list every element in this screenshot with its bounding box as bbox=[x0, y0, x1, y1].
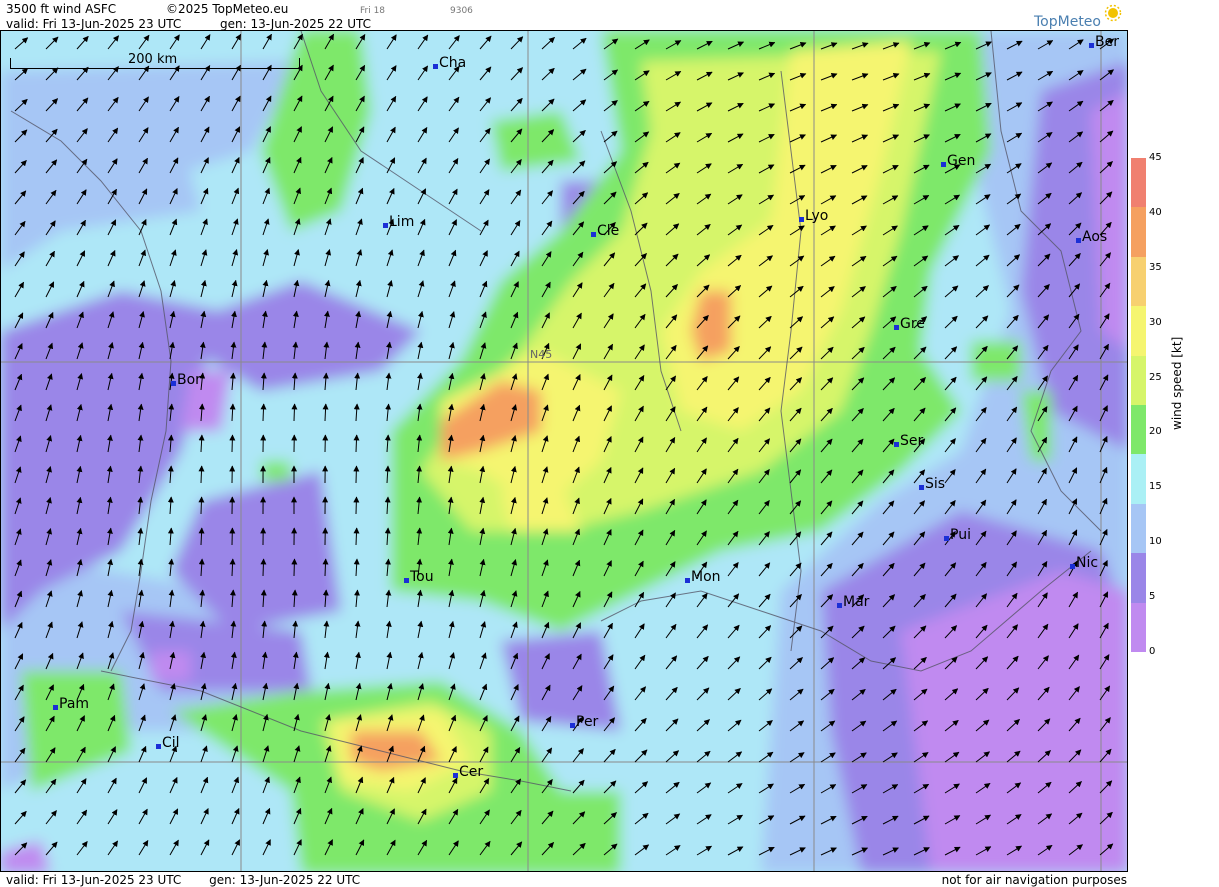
city-marker bbox=[1070, 564, 1075, 569]
legend-tick-label: 5 bbox=[1149, 591, 1156, 603]
wind-arrow bbox=[353, 434, 360, 453]
city-marker bbox=[433, 64, 438, 69]
legend-tick-label: 10 bbox=[1149, 536, 1162, 548]
legend-color-segment bbox=[1131, 553, 1146, 604]
legend-title: wind speed [kt] bbox=[1170, 336, 1184, 430]
legend-tick-label: 30 bbox=[1149, 316, 1162, 328]
city-marker bbox=[453, 773, 458, 778]
city-marker bbox=[919, 485, 924, 490]
scale-bar-label: 200 km bbox=[128, 52, 178, 67]
city-label[interactable]: Cil bbox=[156, 735, 180, 751]
city-marker bbox=[837, 603, 842, 608]
city-marker bbox=[156, 744, 161, 749]
city-label[interactable]: Mar bbox=[837, 594, 869, 610]
wind-arrow bbox=[353, 496, 360, 515]
legend-color-bar bbox=[1131, 158, 1146, 653]
city-label[interactable]: Pam bbox=[53, 696, 89, 712]
legend-color-segment bbox=[1131, 454, 1146, 505]
legend-color-segment bbox=[1131, 207, 1146, 258]
city-label[interactable]: Sis bbox=[919, 476, 945, 492]
city-label[interactable]: Ser bbox=[894, 433, 923, 449]
city-marker bbox=[799, 217, 804, 222]
product-title: 3500 ft wind ASFC bbox=[6, 2, 117, 16]
city-label[interactable]: Tou bbox=[404, 569, 434, 585]
city-label[interactable]: Aos bbox=[1076, 229, 1107, 245]
city-label[interactable]: Nic bbox=[1070, 555, 1098, 571]
city-marker bbox=[941, 162, 946, 167]
city-marker bbox=[1089, 43, 1094, 48]
city-marker bbox=[1076, 238, 1081, 243]
legend-tick-label: 45 bbox=[1149, 152, 1162, 163]
legend-tick-label: 15 bbox=[1149, 481, 1162, 493]
footer-valid-generated: valid: Fri 13-Jun-2025 23 UTC gen: 13-Ju… bbox=[6, 873, 360, 887]
city-label[interactable]: Ber bbox=[1089, 34, 1119, 50]
wind-arrow bbox=[353, 527, 360, 546]
city-label[interactable]: Bor bbox=[171, 372, 201, 388]
wind-arrow bbox=[229, 434, 236, 453]
city-marker bbox=[894, 442, 899, 447]
city-marker bbox=[685, 578, 690, 583]
city-marker bbox=[171, 381, 176, 386]
legend-tick-label: 35 bbox=[1149, 261, 1162, 273]
city-label[interactable]: Cle bbox=[591, 223, 619, 239]
wind-arrow bbox=[198, 465, 205, 484]
legend-color-segment bbox=[1131, 405, 1146, 455]
legend-tick-label: 40 bbox=[1149, 206, 1162, 218]
copyright: ©2025 TopMeteo.eu bbox=[166, 2, 289, 16]
legend-tick-label: 25 bbox=[1149, 371, 1162, 383]
legend-tick-label: 0 bbox=[1149, 646, 1156, 657]
city-label[interactable]: Per bbox=[570, 714, 598, 730]
footer-disclaimer: not for air navigation purposes bbox=[941, 873, 1127, 887]
city-label[interactable]: Mon bbox=[685, 569, 721, 585]
city-label[interactable]: Gen bbox=[941, 153, 975, 169]
legend-color-segment bbox=[1131, 602, 1146, 653]
city-label[interactable]: Cha bbox=[433, 55, 466, 71]
wind-arrow bbox=[291, 558, 298, 577]
city-label[interactable]: Gre bbox=[894, 316, 925, 332]
wind-arrow bbox=[260, 558, 267, 577]
wind-arrow bbox=[322, 558, 329, 577]
legend-tick-label: 20 bbox=[1149, 426, 1162, 438]
footer-generated: gen: 13-Jun-2025 22 UTC bbox=[209, 873, 361, 887]
wind-arrow bbox=[260, 403, 267, 422]
latitude-label: N45 bbox=[530, 348, 553, 361]
city-label[interactable]: Lim bbox=[383, 214, 414, 230]
city-marker bbox=[944, 536, 949, 541]
city-marker bbox=[570, 723, 575, 728]
legend-color-segment bbox=[1131, 158, 1146, 208]
city-marker bbox=[383, 223, 388, 228]
legend-color-segment bbox=[1131, 503, 1146, 554]
legend-color-segment bbox=[1131, 256, 1146, 307]
city-label[interactable]: Cer bbox=[453, 764, 483, 780]
legend-color-segment bbox=[1131, 355, 1146, 406]
product-code: 9306 bbox=[450, 6, 473, 16]
topmeteo-logo: TopMeteo bbox=[1034, 14, 1101, 30]
wind-arrow bbox=[291, 403, 298, 422]
city-marker bbox=[894, 325, 899, 330]
legend-color-segment bbox=[1131, 306, 1146, 357]
city-label[interactable]: Pui bbox=[944, 527, 971, 543]
wind-arrow bbox=[198, 496, 205, 515]
city-marker bbox=[53, 705, 58, 710]
city-marker bbox=[404, 578, 409, 583]
wind-arrow bbox=[353, 465, 360, 484]
valid-time: valid: Fri 13-Jun-2025 23 UTC bbox=[6, 17, 182, 31]
day-tab: Fri 18 bbox=[360, 6, 386, 16]
footer-valid: valid: Fri 13-Jun-2025 23 UTC bbox=[6, 873, 182, 887]
city-marker bbox=[591, 232, 596, 237]
wind-speed-legend: 45 40 35 30 25 20 15 10 5 0 bbox=[1128, 0, 1219, 887]
generated-time: gen: 13-Jun-2025 22 UTC bbox=[220, 17, 372, 31]
city-label[interactable]: Lyo bbox=[799, 208, 828, 224]
sun-logo-icon bbox=[1104, 4, 1122, 22]
